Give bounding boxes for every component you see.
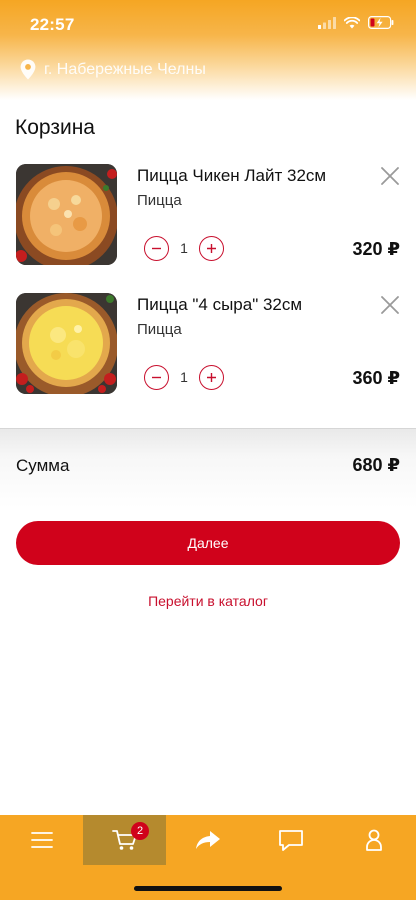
pizza-image [16,164,117,265]
share-icon [195,831,220,849]
nav-share[interactable] [166,815,249,865]
nav-profile[interactable] [332,815,416,865]
close-icon [381,296,399,314]
header: 22:57 г. Набережные Челны [0,0,416,100]
close-icon [381,167,399,185]
next-button[interactable]: Далее [16,521,400,565]
sum-label: Сумма [16,456,70,475]
increase-quantity-button[interactable] [199,236,224,261]
profile-icon [366,829,382,851]
decrease-quantity-button[interactable] [144,236,169,261]
home-indicator [134,886,282,891]
wifi-icon [344,16,360,28]
item-name: Пицца Чикен Лайт 32см [137,166,327,185]
nav-cart[interactable]: 2 [83,815,166,865]
item-category: Пицца [137,192,182,209]
status-icons [318,16,394,29]
item-name: Пицца "4 сыра" 32см [137,295,303,314]
cart-item: Пицца Чикен Лайт 32см Пицца 1 320 ₽ [0,164,416,274]
signal-icon [318,16,336,29]
item-price: 320 ₽ [352,239,400,259]
item-quantity: 1 [180,240,188,256]
chat-icon [278,830,303,851]
battery-charging-icon [368,16,394,29]
nav-chat[interactable] [249,815,332,865]
nav-menu[interactable] [0,815,83,865]
remove-item-button[interactable] [380,295,400,315]
page-title: Корзина [15,116,95,139]
decrease-quantity-button[interactable] [144,365,169,390]
status-bar: 22:57 [0,0,416,44]
status-time: 22:57 [30,15,75,34]
remove-item-button[interactable] [380,166,400,186]
menu-icon [30,832,53,848]
item-category: Пицца [137,321,182,338]
item-price: 360 ₽ [352,368,400,388]
city-label: г. Набережные Челны [44,60,206,78]
sum-value: 680 ₽ [352,455,400,475]
cart-count-badge: 2 [131,822,149,840]
plus-icon [207,244,216,253]
item-quantity: 1 [180,369,188,385]
location-pin-icon [20,59,36,80]
plus-icon [207,373,216,382]
pizza-image [16,293,117,394]
cart-item: Пицца "4 сыра" 32см Пицца 1 360 ₽ [0,293,416,403]
minus-icon [152,247,161,250]
increase-quantity-button[interactable] [199,365,224,390]
city-selector[interactable]: г. Набережные Челны [20,59,206,80]
cart-summary: Сумма 680 ₽ [0,428,416,508]
go-to-catalog-link[interactable]: Перейти в каталог [0,593,416,609]
minus-icon [152,376,161,379]
